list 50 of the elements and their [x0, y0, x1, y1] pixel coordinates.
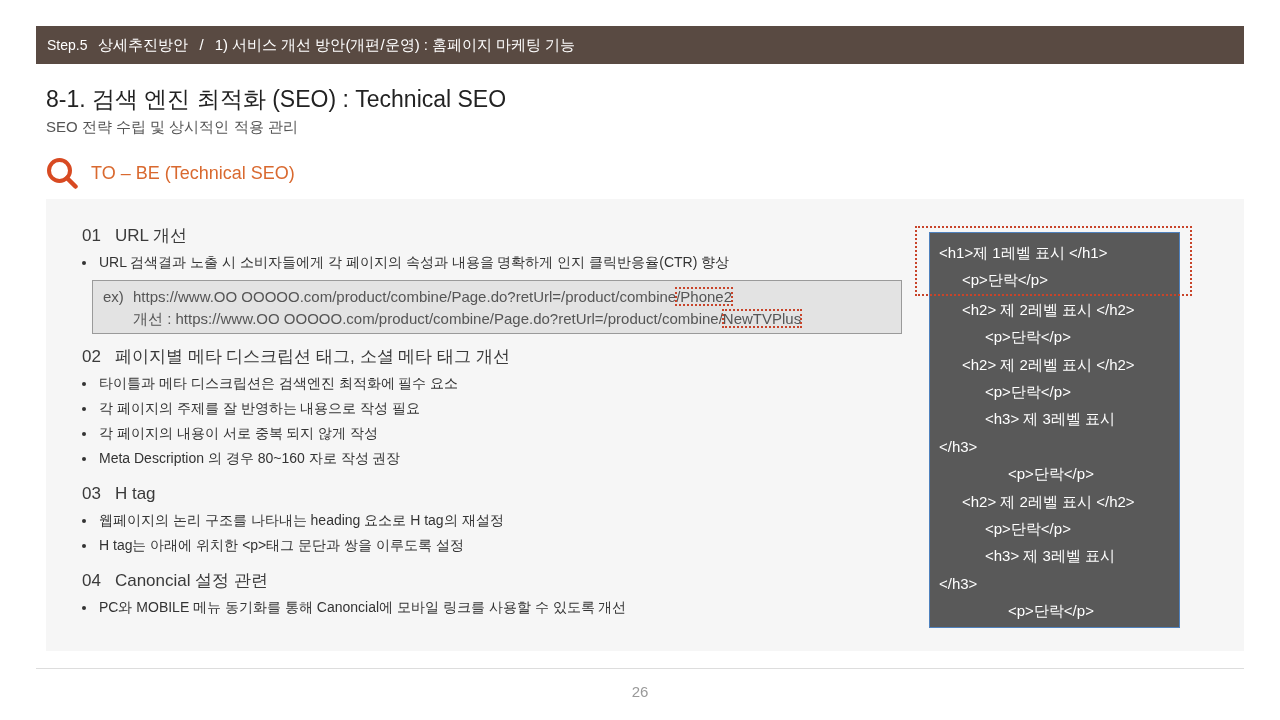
- bullet-icon: [82, 543, 86, 548]
- bullet-icon: [82, 381, 86, 386]
- code-line: <h2> 제 2레벨 표시 </h2>: [961, 299, 1136, 320]
- section-heading: TO – BE (Technical SEO): [91, 161, 295, 185]
- item-number: 02: [82, 346, 101, 368]
- bullet-text: PC와 MOBILE 메뉴 동기화를 통해 Canoncial에 모바일 링크를 사용할 수 있도록 개선: [99, 598, 627, 617]
- code-line: <h3> 제 3레벨 표시 </h3>: [938, 409, 1117, 457]
- code-line: <p>단락</p>: [1007, 464, 1095, 485]
- item-title: Canoncial 설정 관련: [114, 570, 268, 592]
- item-title: H tag: [114, 483, 156, 505]
- breadcrumb-text: Step.5: [47, 35, 88, 55]
- bullet-text: URL 검색결과 노출 시 소비자들에게 각 페이지의 속성과 내용을 명확하게 인지 클릭반응율(CTR) 향상: [99, 253, 730, 272]
- search-icon: [46, 157, 78, 189]
- bullet-text: H tag는 아래에 위치한 <p>태그 문단과 쌍을 이루도록 설정: [99, 536, 464, 555]
- code-line: <h2> 제 2레벨 표시 </h2>: [961, 354, 1136, 375]
- item-title: URL 개선: [114, 225, 188, 247]
- bullet-icon: [82, 518, 86, 523]
- bullet-text: Meta Description 의 경우 80~160 자로 작성 권장: [99, 449, 401, 468]
- bullet-text: 타이틀과 메타 디스크립션은 검색엔진 최적화에 필수 요소: [99, 374, 459, 393]
- bullet-text: 웹페이지의 논리 구조를 나타내는 heading 요소로 H tag의 재설정: [99, 511, 504, 530]
- page-subtitle: SEO 전략 수립 및 상시적인 적용 관리: [46, 117, 299, 137]
- bullet-text: 각 페이지의 내용이 서로 중복 되지 않게 작성: [99, 424, 379, 443]
- bullet-icon: [82, 431, 86, 436]
- item-number: 03: [82, 483, 101, 505]
- code-line: <p>단락</p>: [1007, 601, 1095, 622]
- code-line: <h1>제 1레벨 표시 </h1>: [938, 243, 1109, 263]
- url-text: https://www.OO OOOOO.com/product/combine/Page.do?retUrl=/product/combine: [133, 288, 677, 305]
- item-number: 01: [82, 225, 101, 247]
- item-number: 04: [82, 570, 101, 592]
- bullet-icon: [82, 605, 86, 610]
- code-line: <p>단락</p>: [984, 519, 1072, 540]
- url-text: 개선 : https://www.OO OOOOO.com/product/combine/Page.do?retUrl=/product/combine/: [133, 310, 723, 327]
- code-line: <p>단락</p>: [961, 270, 1049, 291]
- url-highlight: NewTVPlus: [722, 310, 802, 327]
- example-label: ex): [103, 287, 125, 307]
- url-highlight: /Phone2: [676, 288, 733, 305]
- code-line: <p>단락</p>: [984, 382, 1072, 403]
- bullet-icon: [82, 406, 86, 411]
- page-title: 8-1. 검색 엔진 최적화 (SEO) : Technical SEO: [46, 85, 508, 113]
- page-number: 26: [630, 682, 650, 702]
- bullet-icon: [82, 260, 86, 265]
- code-line: <p>단락</p>: [984, 327, 1072, 348]
- bullet-text: 각 페이지의 주제를 잘 반영하는 내용으로 작성 필요: [99, 399, 421, 418]
- breadcrumb-text: 상세추진방안: [98, 34, 189, 55]
- bullet-icon: [82, 456, 86, 461]
- code-line: <h3> 제 3레벨 표시 </h3>: [938, 546, 1117, 594]
- item-title: 페이지별 메타 디스크립션 태그, 소셜 메타 태그 개선: [114, 346, 510, 368]
- breadcrumb-text: 1) 서비스 개선 방안(개편/운영) : 홈페이지 마케팅 기능: [214, 34, 576, 55]
- breadcrumb-text: /: [199, 34, 204, 55]
- code-line: <h2> 제 2레벨 표시 </h2>: [961, 491, 1136, 512]
